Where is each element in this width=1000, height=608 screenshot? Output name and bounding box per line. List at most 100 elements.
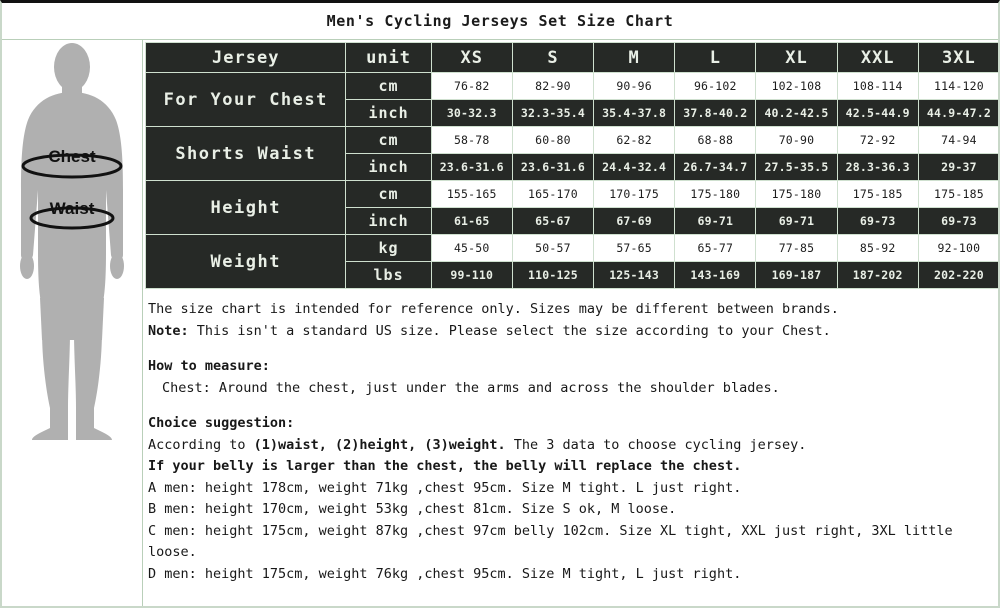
cell-value: 102-108 xyxy=(755,72,838,100)
waist-label: Waist xyxy=(50,199,95,218)
cell-value: 42.5-44.9 xyxy=(836,99,919,127)
header-size-l: L xyxy=(674,42,757,73)
table-row: Height cm 155-165 165-170 170-175 175-18… xyxy=(144,180,998,235)
table-row: Weight kg 45-50 50-57 57-65 65-77 77-85 … xyxy=(144,234,998,289)
choice-criteria-line: According to (1)waist, (2)height, (3)wei… xyxy=(148,435,998,457)
cell-value: 90-96 xyxy=(593,72,676,100)
cell-value: 82-90 xyxy=(511,72,595,100)
cell-value: 44.9-47.2 xyxy=(917,99,998,127)
cell-value: 62-82 xyxy=(593,126,676,154)
body-figure-panel: Chest Waist xyxy=(2,40,143,606)
size-table: Jersey unit XS S M L XL XXL 3XL For Your… xyxy=(144,42,998,289)
table-row: Shorts Waist cm 58-78 60-80 62-82 68-88 … xyxy=(144,126,998,181)
cell-value: 65-77 xyxy=(674,234,757,262)
size-table-container: Jersey unit XS S M L XL XXL 3XL For Your… xyxy=(144,42,998,289)
cell-value: 35.4-37.8 xyxy=(593,99,676,127)
row-label-weight: Weight xyxy=(144,234,347,289)
cell-value: 58-78 xyxy=(430,126,513,154)
header-size-m: M xyxy=(593,42,676,73)
unit-cell: inch xyxy=(345,99,432,127)
cell-value: 24.4-32.4 xyxy=(593,153,676,181)
cell-value: 99-110 xyxy=(430,261,513,289)
header-unit: unit xyxy=(345,42,432,73)
cell-value: 69-71 xyxy=(674,207,757,235)
cell-value: 45-50 xyxy=(430,234,513,262)
unit-cell: inch xyxy=(345,207,432,235)
cell-value: 170-175 xyxy=(593,180,676,208)
belly-note-line: If your belly is larger than the chest, … xyxy=(148,458,742,474)
cell-value: 114-120 xyxy=(917,72,998,100)
cell-value: 165-170 xyxy=(511,180,595,208)
cell-value: 69-73 xyxy=(836,207,919,235)
cell-value: 60-80 xyxy=(511,126,595,154)
cell-value: 23.6-31.6 xyxy=(430,153,513,181)
cell-value: 96-102 xyxy=(674,72,757,100)
cell-value: 77-85 xyxy=(755,234,838,262)
cell-value: 70-90 xyxy=(755,126,838,154)
cell-value: 50-57 xyxy=(511,234,595,262)
cell-value: 175-185 xyxy=(917,180,998,208)
unit-cell: cm xyxy=(345,126,432,154)
cell-value: 72-92 xyxy=(836,126,919,154)
cell-value: 69-73 xyxy=(917,207,998,235)
unit-cell: inch xyxy=(345,153,432,181)
cell-value: 108-114 xyxy=(836,72,919,100)
note-prefix: Note: xyxy=(148,322,189,339)
cell-value: 125-143 xyxy=(593,261,676,289)
cell-value: 187-202 xyxy=(836,261,919,289)
choice-prefix: According to xyxy=(148,436,254,453)
notes-block: The size chart is intended for reference… xyxy=(148,299,998,585)
size-chart-page: Men's Cycling Jerseys Set Size Chart Che… xyxy=(0,0,1000,608)
unit-cell: cm xyxy=(345,180,432,208)
choice-suffix: The 3 data to choose cycling jersey. xyxy=(505,436,807,453)
page-title-bar: Men's Cycling Jerseys Set Size Chart xyxy=(2,3,998,40)
cell-value: 26.7-34.7 xyxy=(674,153,757,181)
header-size-s: S xyxy=(511,42,595,73)
example-c-line: C men: height 175cm, weight 87kg ,chest … xyxy=(148,522,953,561)
row-label-chest: For Your Chest xyxy=(144,72,347,127)
cell-value: 110-125 xyxy=(511,261,595,289)
chest-label: Chest xyxy=(48,147,96,166)
example-b-line: B men: height 170cm, weight 53kg ,chest … xyxy=(148,501,677,517)
unit-cell: lbs xyxy=(345,261,432,289)
cell-value: 92-100 xyxy=(917,234,998,262)
cell-value: 169-187 xyxy=(755,261,838,289)
note-body: This isn't a standard US size. Please se… xyxy=(188,322,831,339)
header-size-xxl: XXL xyxy=(836,42,919,73)
cell-value: 57-65 xyxy=(593,234,676,262)
cell-value: 37.8-40.2 xyxy=(674,99,757,127)
cell-value: 65-67 xyxy=(511,207,595,235)
header-size-3xl: 3XL xyxy=(917,42,998,73)
unit-cell: kg xyxy=(345,234,432,262)
example-d-line: D men: height 175cm, weight 76kg ,chest … xyxy=(148,565,742,582)
cell-value: 68-88 xyxy=(674,126,757,154)
table-row: For Your Chest cm 76-82 82-90 90-96 96-1… xyxy=(144,72,998,127)
cell-value: 202-220 xyxy=(917,261,998,289)
cell-value: 85-92 xyxy=(836,234,919,262)
cell-value: 175-185 xyxy=(836,180,919,208)
choice-suggestion-heading: Choice suggestion: xyxy=(148,415,295,431)
cell-value: 67-69 xyxy=(593,207,676,235)
unit-cell: cm xyxy=(345,72,432,100)
cell-value: 76-82 xyxy=(430,72,513,100)
body-silhouette-icon: Chest Waist xyxy=(20,43,124,440)
how-to-measure-heading: How to measure: xyxy=(148,358,270,374)
choice-criteria-bold: (1)waist, (2)height, (3)weight. xyxy=(253,436,506,453)
cell-value: 155-165 xyxy=(430,180,513,208)
cell-value: 61-65 xyxy=(430,207,513,235)
cell-value: 28.3-36.3 xyxy=(836,153,919,181)
row-label-shorts-waist: Shorts Waist xyxy=(144,126,347,181)
example-a-line: A men: height 178cm, weight 71kg ,chest … xyxy=(148,479,742,496)
note-line: Note: This isn't a standard US size. Ple… xyxy=(148,321,998,343)
cell-value: 40.2-42.5 xyxy=(755,99,838,127)
cell-value: 23.6-31.6 xyxy=(511,153,595,181)
table-header-row: Jersey unit XS S M L XL XXL 3XL xyxy=(144,42,998,73)
cell-value: 175-180 xyxy=(674,180,757,208)
cell-value: 30-32.3 xyxy=(430,99,513,127)
header-size-xs: XS xyxy=(430,42,513,73)
cell-value: 74-94 xyxy=(917,126,998,154)
header-jersey: Jersey xyxy=(144,42,347,73)
cell-value: 175-180 xyxy=(755,180,838,208)
